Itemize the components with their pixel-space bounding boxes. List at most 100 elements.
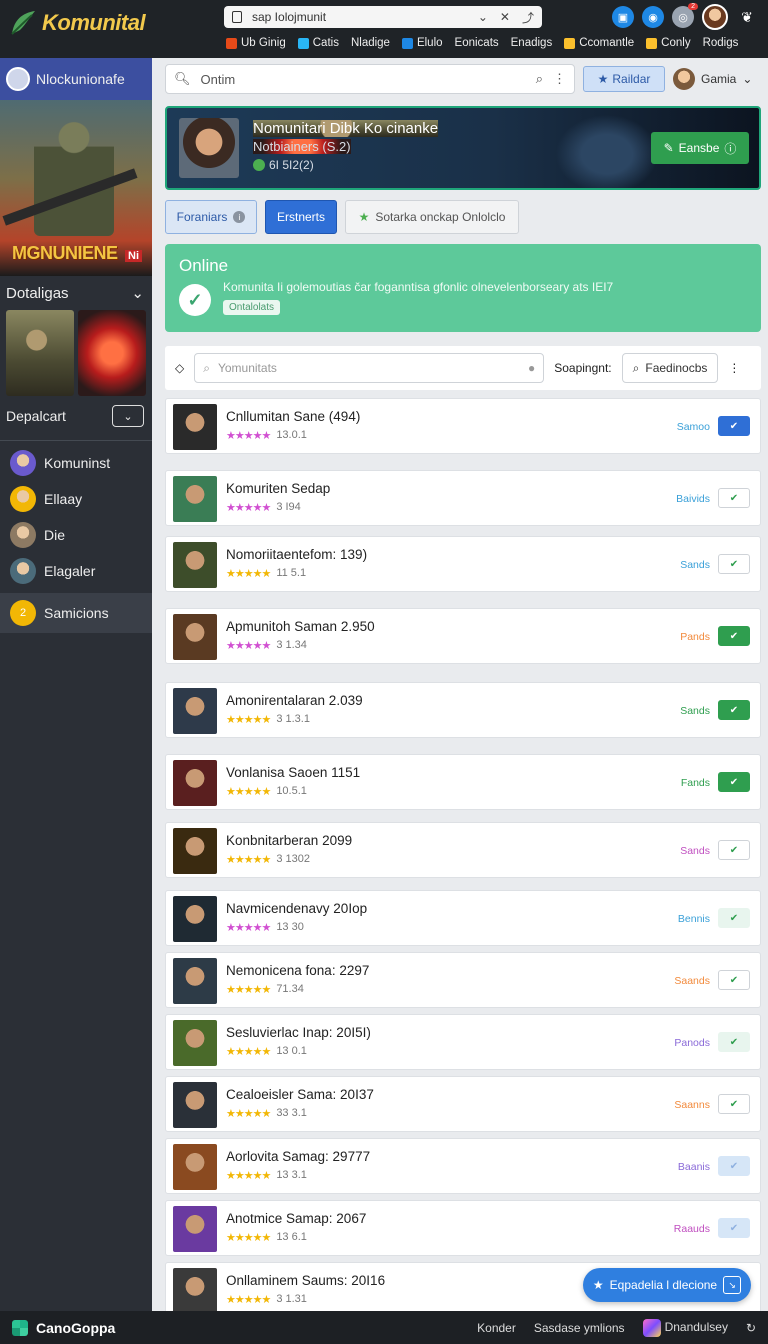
close-icon[interactable]: ✕ (500, 10, 510, 24)
rating-value: 33 3.1 (276, 1107, 307, 1119)
featured-banner[interactable]: Nomunitari Dibk Ko cinanke Notbiainers (… (165, 106, 761, 190)
rating-value: 10.5.1 (276, 785, 307, 797)
status-label: Panods (674, 1037, 710, 1049)
rating-stars: ★★★★★ (226, 714, 271, 726)
footer-link[interactable]: Dnandulsey (642, 1318, 728, 1337)
rating-value: 3 1.31 (276, 1293, 307, 1305)
action-button[interactable]: ✔ (718, 1032, 750, 1052)
avatar[interactable] (702, 4, 728, 30)
bookmark-label: Catis (312, 37, 339, 49)
footer-brand[interactable]: CanoGoppa (12, 1319, 115, 1336)
bookmark-item[interactable]: Enadigs (511, 37, 553, 49)
search-icon[interactable]: ⌕ (536, 71, 543, 87)
bookmark-item[interactable]: Conly (646, 37, 691, 49)
sidebar-item[interactable]: Die (0, 517, 152, 553)
bookmark-item[interactable]: Ccomantle (564, 37, 634, 49)
chevron-down-icon[interactable]: ⌄ (112, 405, 144, 427)
tab-foraniars[interactable]: Foraniars i (165, 200, 257, 234)
action-button[interactable]: ✔ (718, 840, 750, 860)
logo[interactable]: Komunital (8, 8, 146, 38)
action-button[interactable]: ✔ (718, 772, 750, 792)
sidebar-item[interactable]: Ellaay (0, 481, 152, 517)
list-item[interactable]: Vonlanisa Saoen 1151 ★★★★★ 10.5.1 Fands ✔ (165, 754, 761, 810)
leaf-icon[interactable]: ❦ (736, 6, 758, 28)
chevron-down-icon[interactable]: ⌄ (478, 10, 488, 24)
user-menu[interactable]: Gamia ⌄ (673, 68, 752, 90)
banner-button[interactable]: ✎ Eansbe ⓘ (651, 132, 749, 164)
list-item[interactable]: Navmicendenavy 20Iop ★★★★★ 13 30 Bennis ✔ (165, 890, 761, 946)
list-item[interactable]: Aorlovita Samag: 29777 ★★★★★ 13 3.1 Baanis ✔ (165, 1138, 761, 1194)
list-item[interactable]: Komuriten Sedap ★★★★★ 3 I94 Baivids ✔ (165, 470, 761, 526)
sidebar-item-label: Komuninst (44, 455, 111, 471)
member-avatar (173, 896, 217, 942)
tab-sotarka[interactable]: ★ Sotarka onckap Onlolclo (345, 200, 519, 234)
list-item[interactable]: Sesluvierlac Inap: 20I5I) ★★★★★ 13 0.1 Pano… (165, 1014, 761, 1070)
list-item[interactable]: Nemonicena fona: 2297 ★★★★★ 71.34 Saands ✔ (165, 952, 761, 1008)
bookmark-item[interactable]: Rodigs (703, 37, 739, 49)
pin-icon[interactable]: ⤴ (522, 9, 534, 26)
list-item[interactable]: Konbnitarberan 2099 ★★★★★ 3 1302 Sands ✔ (165, 822, 761, 878)
bookmark-label: Enadigs (510, 37, 553, 49)
action-button[interactable]: ✔ (718, 970, 750, 990)
filter-button[interactable]: ⌕ Faedinocbs (621, 353, 719, 383)
sidebar-item-active[interactable]: 2 Samicions (0, 593, 152, 633)
action-button[interactable]: ✔ (718, 908, 750, 928)
game-thumbnail[interactable] (78, 310, 146, 396)
action-button[interactable]: ✔ (718, 554, 750, 574)
page-icon (232, 11, 242, 23)
notifications-icon[interactable]: ◎ 2 (672, 3, 698, 28)
footer-link[interactable]: Konder (477, 1321, 516, 1335)
rating-stars: ★★★★★ (226, 568, 271, 580)
bookmark-label: Ub Ginig (241, 37, 286, 49)
list-item[interactable]: Anotmice Samap: 2067 ★★★★★ 13 6.1 Raauds ✔ (165, 1200, 761, 1256)
search-input[interactable]: 🔍︎ Ontim ⌕ ⋮ (165, 64, 575, 94)
sidebar-item[interactable]: Elagaler (0, 553, 152, 589)
more-icon[interactable]: ⋮ (553, 71, 566, 87)
more-icon[interactable]: ⋮ (728, 361, 740, 375)
bookmark-item[interactable]: Ub Ginig (226, 37, 286, 49)
bookmark-item[interactable]: Catis (297, 37, 339, 49)
hero-image[interactable]: MGNUNIENE Ni (0, 100, 152, 276)
action-button[interactable]: ✔ (718, 1156, 750, 1176)
action-button[interactable]: ✔ (718, 1218, 750, 1238)
bookmark-item[interactable]: Eonicats (455, 37, 499, 49)
list-item[interactable]: Amonirentalaran 2.039 ★★★★★ 3 1.3.1 Sands ✔ (165, 682, 761, 738)
member-name: Vonlanisa Saoen 1151 (226, 765, 361, 780)
bookmark-item[interactable]: Nladige (351, 37, 390, 49)
sidebar-item-label: Samicions (44, 605, 109, 621)
online-pill[interactable]: Ontalolats (223, 300, 281, 315)
list-item[interactable]: Cealoeisler Sama: 20I37 ★★★★★ 33 3.1 Saanns… (165, 1076, 761, 1132)
address-bar[interactable]: sap Iolojmunit ⌄ ✕ ⤴ (224, 6, 542, 28)
section-header[interactable]: Dotaligas ⌄ (0, 276, 152, 310)
footer-link[interactable]: Sasdase ymlions (534, 1321, 625, 1335)
list-item[interactable]: Nomoriitaentefom: 139) ★★★★★ 11 5.1 Sands ✔ (165, 536, 761, 592)
list-item[interactable]: Apmunitoh Saman 2.950 ★★★★★ 3 1.34 Pands ✔ (165, 608, 761, 664)
refresh-icon[interactable]: ↻ (746, 1321, 756, 1335)
action-button[interactable]: ✔ (718, 700, 750, 720)
tab-erstnerts[interactable]: Erstnerts (265, 200, 337, 234)
action-button[interactable]: ✔ (718, 488, 750, 508)
chevron-down-icon[interactable]: ⌄ (131, 284, 144, 302)
sort-label: Soapingnt: (554, 361, 612, 375)
rating-value: 3 1302 (276, 853, 310, 865)
eye-icon[interactable]: ◉ (642, 6, 664, 28)
diamond-icon[interactable]: ◇ (175, 361, 184, 375)
status-label: Saands (674, 975, 710, 987)
member-avatar (173, 1144, 217, 1190)
rating-value: 3 I94 (276, 501, 301, 513)
game-thumbnail[interactable] (6, 310, 74, 396)
action-button[interactable]: ✔ (718, 416, 750, 436)
filter-input[interactable]: ⌕ Yomunitats ● (194, 353, 545, 383)
rating-value: 3 1.34 (276, 639, 307, 651)
sidebar-item[interactable]: Komuninst (0, 445, 152, 481)
list-item[interactable]: Cnllumitan Sane (494) ★★★★★ 13.0.1 Samoo ✔ (165, 398, 761, 454)
action-button[interactable]: ✔ (718, 626, 750, 646)
action-button[interactable]: ✔ (718, 1094, 750, 1114)
department-select[interactable]: Depalcart ⌄ (0, 396, 152, 436)
sidebar-header[interactable]: Nlockunionafe (0, 58, 152, 100)
bookmark-item[interactable]: Elulo (401, 37, 443, 49)
floating-action-button[interactable]: ★ Eqpadelia l dlecione ↘ (583, 1268, 751, 1302)
footer-link-label: Dnandulsey (664, 1319, 728, 1334)
chat-icon[interactable]: ▣ (612, 6, 634, 28)
radar-button[interactable]: ★ Raildar (583, 66, 665, 92)
